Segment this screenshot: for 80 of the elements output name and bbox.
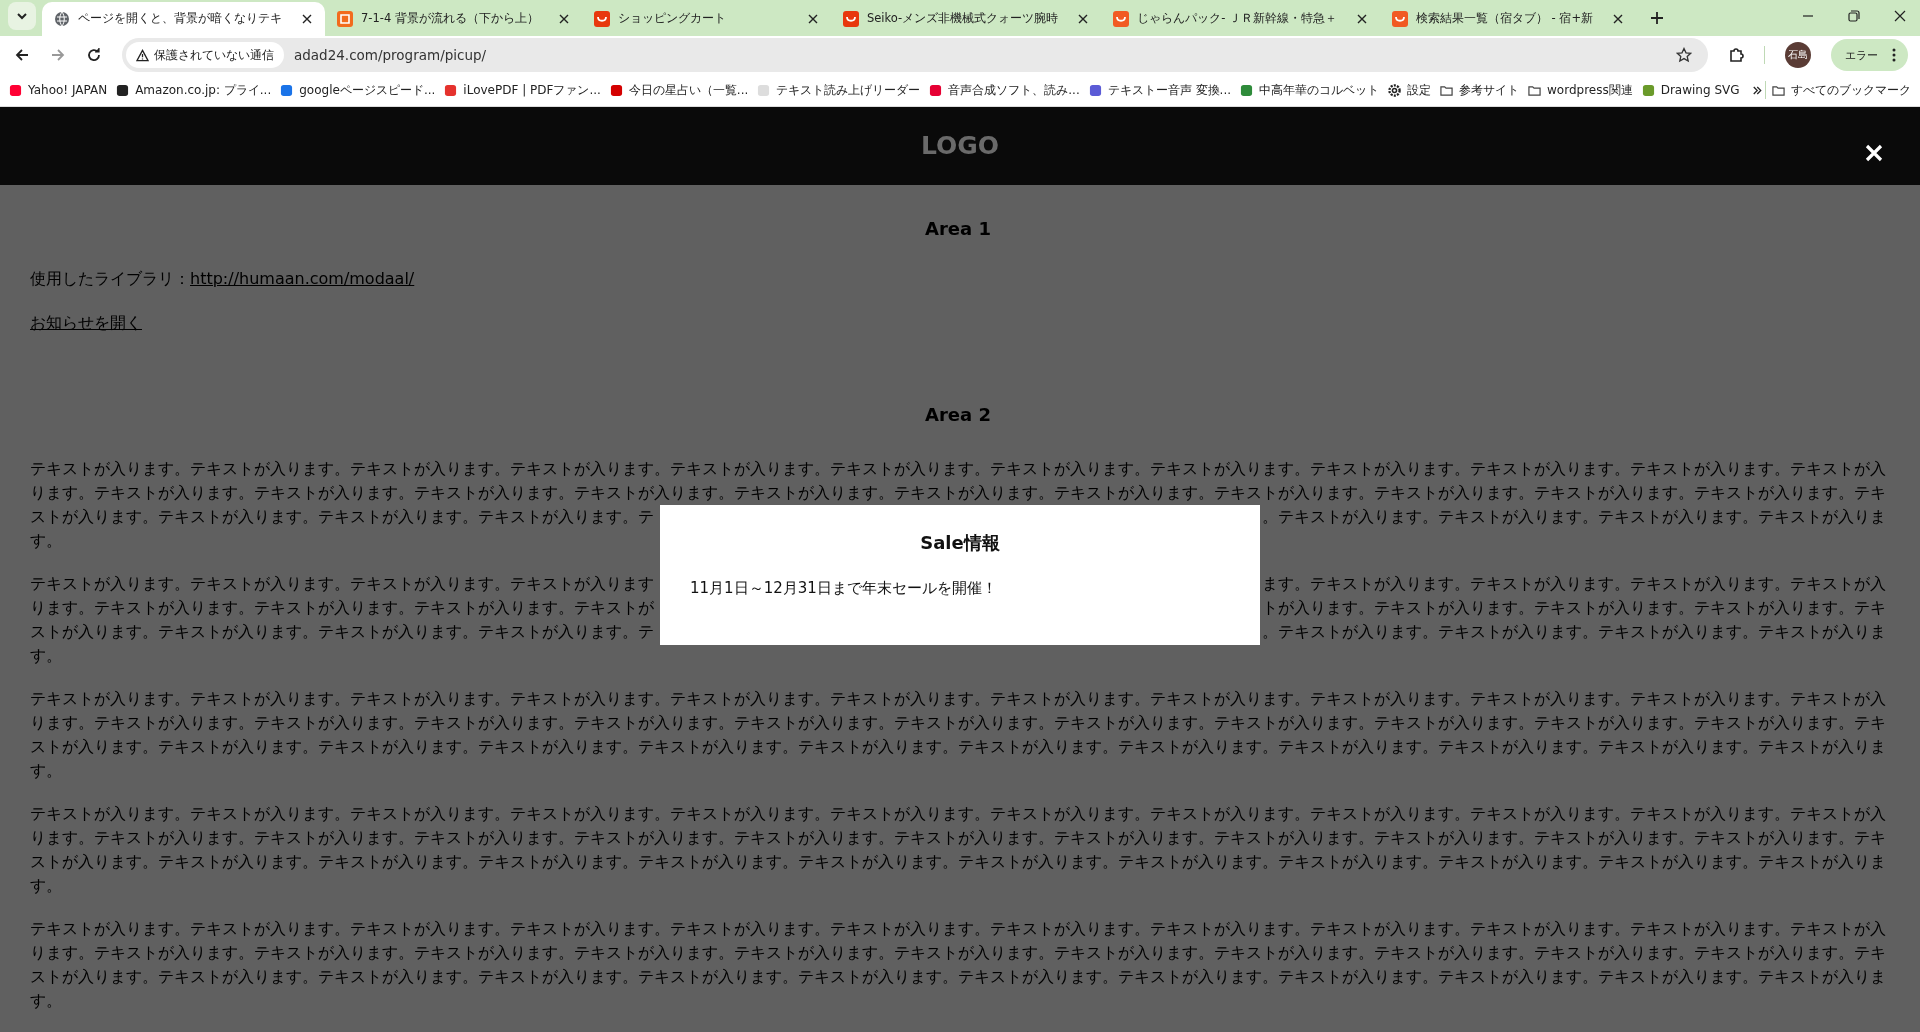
- text-line: ります。テキストが入ります。テキストが入ります。テキストが入ります。テキストが: [30, 597, 654, 619]
- text-line: ります。テキストが入ります。テキストが入ります。テキストが入ります。テキストが入ります。テキストが入ります。テキストが入ります。テキストが入ります。テキストが入ります。テキストが入ります。テキストが入ります。テキストが入ります。テキ: [30, 482, 1886, 504]
- folder-icon: [1772, 83, 1785, 97]
- close-icon[interactable]: [1078, 13, 1089, 24]
- text-line: テキストが入ります。テキストが入ります。テキストが入ります。テキストが入ります。テキストが入ります。テキストが入ります。テキストが入ります。テキストが入ります。テキストが入ります。テキストが入ります。テキストが入ります。テキストが入: [30, 458, 1886, 480]
- section-heading: Area 2: [924, 403, 992, 427]
- close-icon[interactable]: [302, 13, 312, 24]
- text-line: ストが入ります。テキストが入ります。テキストが入ります。テキストが入ります。テキストが入ります。テキストが入ります。テキストが入ります。テキストが入ります。テキストが入ります。テキストが入ります。テキストが入ります。テキストが入りま: [30, 851, 1886, 873]
- close-icon[interactable]: [1613, 13, 1624, 24]
- error-button[interactable]: エラー: [1831, 39, 1908, 72]
- text-line: ストが入ります。テキストが入ります。テキストが入ります。テキストが入ります。テ: [30, 621, 654, 643]
- text-line: テキストが入ります。テキストが入ります。テキストが入ります。テキストが入ります。テキストが入ります。テキストが入ります。テキストが入ります。テキストが入ります。テキストが入ります。テキストが入ります。テキストが入ります。テキストが入: [30, 918, 1886, 940]
- text-line: テキストが入ります。テキストが入ります。テキストが入ります。テキストが入ります。テキストが入ります。テキストが入ります。テキストが入ります。テキストが入ります。テキストが入ります。テキストが入ります。テキストが入ります。テキストが入: [30, 688, 1886, 710]
- bookmark[interactable]: 今日の星占い（一覧...: [606, 81, 752, 99]
- bookmark[interactable]: Amazon.co.jp: プライ...: [113, 81, 275, 99]
- text-line: す。: [30, 760, 62, 782]
- modal-title: Sale情報: [919, 531, 1001, 555]
- bookmark-folder[interactable]: すべてのブックマーク: [1769, 81, 1914, 99]
- puzzle-icon[interactable]: [1728, 47, 1744, 64]
- text-line: ます。テキストが入ります。テキストが入ります。テキストが入ります。テキストが入: [1262, 573, 1886, 595]
- bookmark[interactable]: テキストー音声 変換...: [1085, 81, 1234, 99]
- bookmark[interactable]: 中高年華のコルベット: [1237, 81, 1382, 99]
- close-icon[interactable]: [1356, 13, 1367, 24]
- browser-tab[interactable]: じゃらんパック- ＪＲ新幹線・特急＋: [1101, 1, 1380, 36]
- tab-title: 7-1-4 背景が流れる（下から上）: [361, 11, 539, 27]
- text-line: す。: [30, 875, 62, 897]
- profile-avatar[interactable]: 石島: [1785, 42, 1811, 69]
- section-heading: Area 1: [924, 217, 992, 241]
- modal-text: 11月1日～12月31日まで年末セールを開催！: [690, 578, 998, 599]
- bookmark[interactable]: Yahoo! JAPAN: [6, 83, 111, 98]
- close-icon[interactable]: [558, 13, 569, 24]
- text-line: す。: [30, 990, 62, 1012]
- text-line: 。テキストが入ります。テキストが入ります。テキストが入ります。テキストが入りま: [1262, 621, 1886, 643]
- text-line: ります。テキストが入ります。テキストが入ります。テキストが入ります。テキストが入ります。テキストが入ります。テキストが入ります。テキストが入ります。テキストが入ります。テキストが入ります。テキストが入ります。テキストが入ります。テキ: [30, 827, 1886, 849]
- tab-title: ページを開くと、背景が暗くなりテキ: [78, 11, 282, 27]
- text-line: ストが入ります。テキストが入ります。テキストが入ります。テキストが入ります。テ: [30, 506, 654, 528]
- text-line: す。: [30, 645, 62, 667]
- tab-search-button[interactable]: [8, 1, 36, 30]
- tab-title: ショッピングカート: [617, 11, 727, 27]
- text-line: テキストが入ります。テキストが入ります。テキストが入ります。テキストが入ります: [30, 573, 654, 595]
- bookmark[interactable]: 音声合成ソフト、読み...: [926, 81, 1083, 99]
- logo: LOGO: [920, 131, 1000, 161]
- text-line: テキストが入ります。テキストが入ります。テキストが入ります。テキストが入ります。テキストが入ります。テキストが入ります。テキストが入ります。テキストが入ります。テキストが入ります。テキストが入ります。テキストが入ります。テキストが入: [30, 803, 1886, 825]
- new-tab-icon[interactable]: [1650, 10, 1665, 25]
- text-line: ります。テキストが入ります。テキストが入ります。テキストが入ります。テキストが入ります。テキストが入ります。テキストが入ります。テキストが入ります。テキストが入ります。テキストが入ります。テキストが入ります。テキストが入ります。テキ: [30, 712, 1886, 734]
- close-icon[interactable]: [807, 13, 818, 24]
- close-icon[interactable]: [1894, 9, 1906, 22]
- chevron-double-right-icon[interactable]: [1751, 84, 1763, 96]
- more-icon: [1892, 48, 1896, 63]
- bookmark[interactable]: googleページスピード...: [277, 81, 439, 99]
- url-text: adad24.com/program/picup/: [294, 47, 487, 64]
- library-label: 使用したライブラリ：: [30, 269, 190, 288]
- text-line: ストが入ります。テキストが入ります。テキストが入ります。テキストが入ります。テキストが入ります。テキストが入ります。テキストが入ります。テキストが入ります。テキストが入ります。テキストが入ります。テキストが入ります。テキストが入りま: [30, 966, 1886, 988]
- bookmark[interactable]: wordpress関連: [1525, 81, 1636, 99]
- bookmark[interactable]: 設定: [1385, 81, 1434, 99]
- bookmark[interactable]: iLovePDF | PDFファン...: [441, 81, 604, 99]
- browser-tab[interactable]: 検索結果一覧（宿タブ） - 宿+新: [1379, 1, 1637, 36]
- text-line: トが入ります。テキストが入ります。テキストが入ります。テキストが入ります。テキ: [1262, 597, 1886, 619]
- tab-title: Seiko-メンズ非機械式クォーツ腕時: [866, 11, 1059, 27]
- browser-tab[interactable]: 7-1-4 背景が流れる（下から上）: [325, 1, 582, 36]
- text-line: 。テキストが入ります。テキストが入ります。テキストが入ります。テキストが入りま: [1262, 506, 1886, 528]
- warning-icon: [136, 48, 149, 62]
- browser-tab[interactable]: ショッピングカート: [581, 1, 831, 36]
- bookmark[interactable]: Drawing SVG: [1638, 83, 1743, 98]
- tab-title: 検索結果一覧（宿タブ） - 宿+新: [1415, 11, 1594, 27]
- bookmark[interactable]: テキスト読み上げリーダー: [754, 81, 924, 99]
- text-line: す。: [30, 530, 62, 552]
- star-icon[interactable]: [1676, 47, 1692, 64]
- browser-tab[interactable]: Seiko-メンズ非機械式クォーツ腕時: [830, 1, 1102, 36]
- text-line: ストが入ります。テキストが入ります。テキストが入ります。テキストが入ります。テキストが入ります。テキストが入ります。テキストが入ります。テキストが入ります。テキストが入ります。テキストが入ります。テキストが入ります。テキストが入りま: [30, 736, 1886, 758]
- address-bar[interactable]: 保護されていない通信 adad24.com/program/picup/: [122, 38, 1708, 73]
- reload-icon[interactable]: [86, 47, 102, 64]
- folder-icon: [1528, 83, 1541, 97]
- tab-title: じゃらんパック- ＪＲ新幹線・特急＋: [1137, 11, 1337, 27]
- text-line: ります。テキストが入ります。テキストが入ります。テキストが入ります。テキストが入ります。テキストが入ります。テキストが入ります。テキストが入ります。テキストが入ります。テキストが入ります。テキストが入ります。テキストが入ります。テキ: [30, 942, 1886, 964]
- bookmark[interactable]: 参考サイト: [1437, 81, 1522, 99]
- folder-icon: [1440, 83, 1453, 97]
- restore-icon[interactable]: [1848, 9, 1860, 22]
- browser-tab[interactable]: ページを開くと、背景が暗くなりテキ: [42, 1, 325, 36]
- security-chip[interactable]: 保護されていない通信: [126, 42, 284, 69]
